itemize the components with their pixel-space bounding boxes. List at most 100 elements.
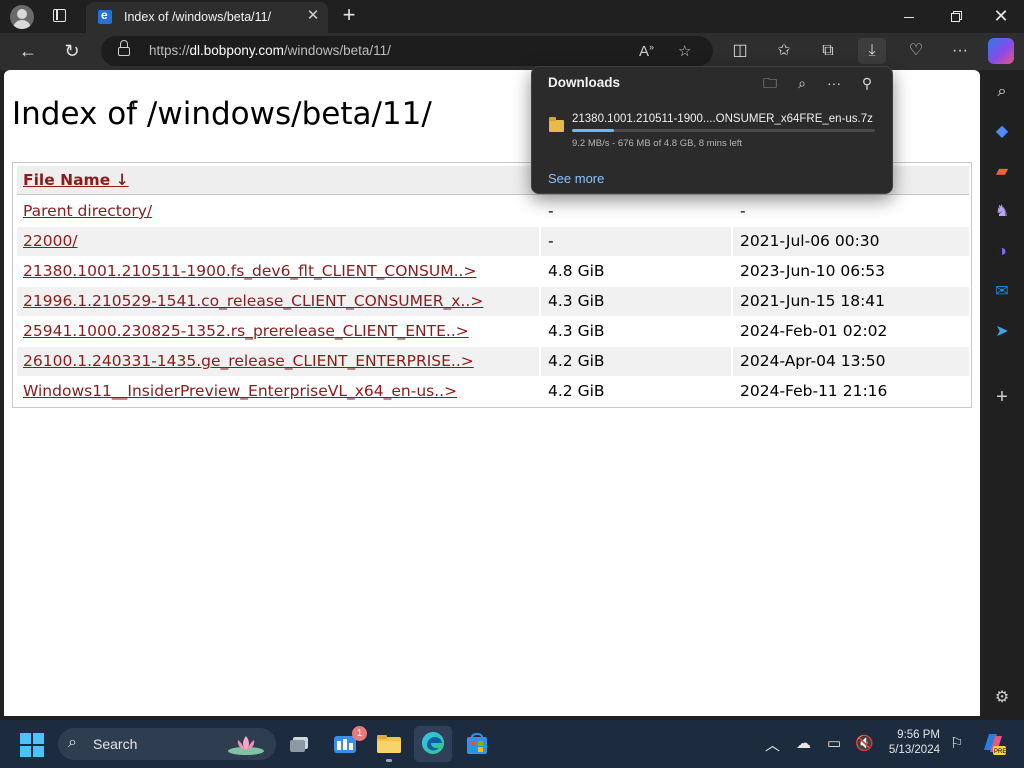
taskbar-search-label: Search [93,736,138,752]
shopping-tag-icon[interactable]: ◆ [991,121,1013,143]
system-clock[interactable]: 9:56 PM 5/13/2024 [874,728,940,758]
file-date: 2021-Jul-06 00:30 [740,232,880,250]
notification-badge: 1 [352,726,367,741]
file-date: 2021-Jun-15 18:41 [740,292,886,310]
search-icon: ⌕ [68,734,77,751]
settings-more-icon[interactable]: ··· [946,38,974,64]
reload-icon[interactable]: ↻ [57,37,87,65]
tab-actions-menu-icon[interactable] [46,4,74,28]
file-size: 4.2 GiB [548,382,605,400]
show-hidden-icons-chevron-icon[interactable]: ︿ [765,734,780,755]
downloads-title: Downloads [548,75,621,90]
windows-taskbar: ⌕ Search 1 ︿ ☁ ▭ 🔇 9:56 PM 5/13/2024 ⚐ P… [0,720,1024,768]
address-bar[interactable]: https://dl.bobpony.com/windows/beta/11/ … [101,36,713,66]
edge-sidebar: ⌕ ◆ ▰ ♞ ◑ ✉ ➤ + ⚙ [980,70,1024,718]
file-size: 4.3 GiB [548,292,605,310]
restore-button[interactable] [932,0,978,33]
table-row: 26100.1.240331-1435.ge_release_CLIENT_EN… [17,347,969,376]
tab-active[interactable]: Index of /windows/beta/11/ ✕ [86,2,328,33]
clock-date: 5/13/2024 [888,744,940,756]
file-listing-table: File Name ↓ Parent directory/ - - 22000/… [12,162,972,408]
tools-toolbox-icon[interactable]: ▰ [991,161,1013,183]
edge-browser-icon[interactable] [414,726,452,762]
url-text[interactable]: https://dl.bobpony.com/windows/beta/11/ [149,43,391,58]
table-row: Parent directory/ - - [17,197,969,226]
read-aloud-icon[interactable]: A» [639,42,654,60]
table-row: 25941.1000.230825-1352.rs_prerelease_CLI… [17,317,969,346]
title-bar: Index of /windows/beta/11/ ✕ + ✕ [0,0,1024,33]
tab-title: Index of /windows/beta/11/ [124,10,272,24]
text-cursor-icon: I [132,98,136,112]
microsoft-365-icon[interactable]: ◑ [991,241,1013,263]
display-icon[interactable]: ▭ [827,734,841,752]
file-link[interactable]: Windows11__InsiderPreview_EnterpriseVL_x… [23,382,457,400]
file-link[interactable]: 21996.1.210529-1541.co_release_CLIENT_CO… [23,292,483,310]
widgets-icon[interactable]: 1 [326,726,367,762]
pin-icon[interactable]: ⚲ [856,73,878,93]
download-file-name[interactable]: 21380.1001.210511-1900....ONSUMER_x64FRE… [572,113,873,125]
search-downloads-icon[interactable]: ⌕ [791,73,813,93]
file-size: - [548,202,554,220]
close-window-button[interactable]: ✕ [978,0,1024,33]
split-screen-icon[interactable]: ◫ [726,38,754,64]
lock-icon[interactable] [118,40,130,56]
table-row: 22000/ - 2021-Jul-06 00:30 [17,227,969,256]
collections-icon[interactable]: ⧉ [814,38,842,64]
windows-start-icon[interactable] [20,733,44,757]
file-date: 2024-Feb-01 02:02 [740,322,888,340]
minimize-button[interactable] [886,0,932,33]
drop-send-icon[interactable]: ➤ [991,321,1013,343]
add-sidebar-app-icon[interactable]: + [991,386,1013,408]
new-tab-icon[interactable]: + [338,4,360,26]
volume-muted-icon[interactable]: 🔇 [855,734,874,752]
downloads-more-options-icon[interactable]: ··· [823,73,845,93]
clock-time: 9:56 PM [897,729,940,741]
outlook-icon[interactable]: ✉ [991,281,1013,303]
url-path: /windows/beta/11/ [283,43,391,58]
favorites-icon[interactable]: ✩ [770,38,798,64]
file-link[interactable]: 26100.1.240331-1435.ge_release_CLIENT_EN… [23,352,474,370]
file-date: 2024-Apr-04 13:50 [740,352,886,370]
sidebar-settings-gear-icon[interactable]: ⚙ [991,687,1013,709]
profile-avatar-icon[interactable] [10,5,34,29]
column-header-file-name[interactable]: File Name ↓ [23,171,129,189]
games-icon[interactable]: ♞ [991,201,1013,223]
file-size: 4.8 GiB [548,262,605,280]
file-link[interactable]: Parent directory/ [23,202,152,220]
back-icon[interactable]: ← [13,37,43,65]
file-explorer-icon[interactable] [370,726,408,762]
file-link[interactable]: 25941.1000.230825-1352.rs_prerelease_CLI… [23,322,469,340]
file-date: - [740,202,746,220]
table-row: 21996.1.210529-1541.co_release_CLIENT_CO… [17,287,969,316]
microsoft-store-icon[interactable] [458,726,496,762]
notification-bell-icon[interactable]: ⚐ [950,734,963,752]
tab-close-icon[interactable]: ✕ [305,8,321,24]
file-size: - [548,232,554,250]
add-favorite-star-icon[interactable]: ☆ [678,42,691,60]
file-date: 2024-Feb-11 21:16 [740,382,888,400]
navigation-bar: ← ↻ https://dl.bobpony.com/windows/beta/… [0,33,1024,70]
archive-file-icon [549,117,564,132]
sort-arrow-icon: ↓ [115,171,129,189]
file-link[interactable]: 21380.1001.210511-1900.fs_dev6_flt_CLIEN… [23,262,476,280]
file-date: 2023-Jun-10 06:53 [740,262,886,280]
file-size: 4.2 GiB [548,352,605,370]
network-disconnected-icon[interactable]: ☁ [796,734,811,752]
download-status: 9.2 MB/s - 676 MB of 4.8 GB, 8 mins left [572,138,743,149]
download-progress-fill [572,129,615,132]
open-downloads-folder-icon[interactable]: 🗀 [759,73,781,93]
task-view-icon[interactable] [282,726,320,762]
taskbar-search-box[interactable]: ⌕ Search [58,728,276,760]
svg-text:PRE: PRE [994,749,1006,755]
file-link[interactable]: 22000/ [23,232,78,250]
search-highlight-lotus-icon [228,736,264,755]
column-header-label: File Name [23,171,111,189]
downloads-icon[interactable]: ⤓ [858,38,886,64]
browser-essentials-icon[interactable]: ♡ [902,38,930,64]
url-scheme: https:// [149,43,190,58]
page-title: Index of /windows/beta/11/ [12,96,432,132]
sidebar-search-icon[interactable]: ⌕ [991,81,1013,103]
copilot-preview-icon[interactable]: PRE [978,728,1008,758]
see-more-link[interactable]: See more [548,171,604,186]
copilot-icon[interactable] [988,38,1014,64]
